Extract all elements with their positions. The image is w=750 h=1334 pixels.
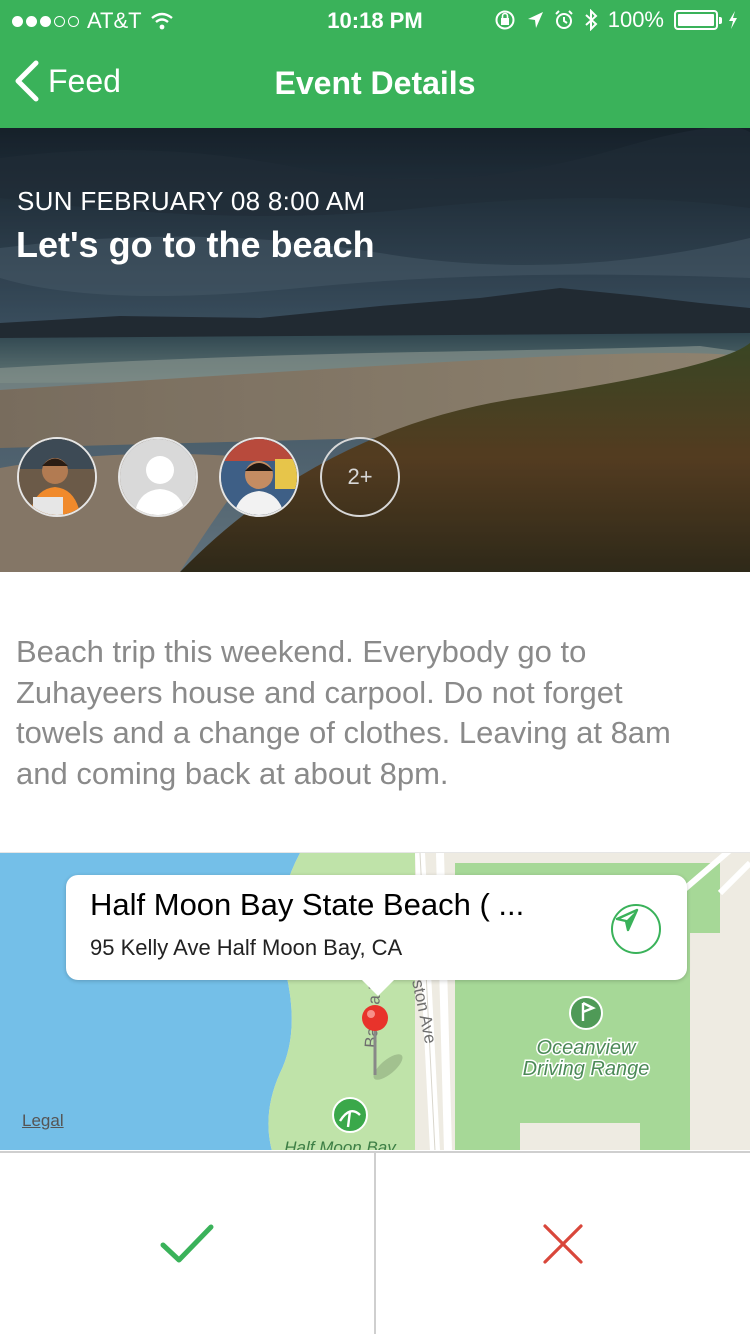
rsvp-actions	[0, 1151, 750, 1334]
map-pin[interactable]	[362, 1005, 388, 1031]
rotation-lock-icon	[495, 10, 515, 30]
golf-poi-icon	[569, 996, 603, 1030]
x-icon	[543, 1223, 583, 1264]
event-map[interactable]: ston Ave Balboa B Oceanview Driving Rang…	[0, 852, 750, 1150]
charging-bolt-icon	[729, 11, 737, 29]
page-title: Event Details	[274, 65, 476, 101]
accept-button[interactable]	[0, 1153, 374, 1334]
nav-bar: Feed Event Details	[0, 40, 750, 128]
attendee-avatar-2[interactable]	[118, 437, 198, 517]
event-title: Let's go to the beach	[16, 224, 375, 265]
battery-icon	[674, 10, 722, 30]
place-name: Half Moon Bay State Beach ( ...	[90, 887, 525, 922]
place-address: 95 Kelly Ave Half Moon Bay, CA	[90, 935, 403, 960]
poi-label-driving-range: Driving Range	[523, 1058, 650, 1080]
directions-button[interactable]	[611, 904, 661, 954]
park-label: Half Moon Bay	[284, 1138, 397, 1150]
bluetooth-icon	[585, 9, 598, 31]
map-legal-link[interactable]: Legal	[22, 1111, 64, 1131]
battery-percent: 100%	[607, 7, 664, 32]
checkmark-icon	[160, 1224, 214, 1262]
status-bar: AT&T 10:18 PM 100%	[0, 0, 750, 40]
location-arrow-icon	[615, 908, 639, 932]
location-services-icon	[527, 12, 543, 28]
poi-label-oceanview: Oceanview	[537, 1037, 637, 1059]
event-datetime: SUN FEBRUARY 08 8:00 AM	[17, 186, 366, 216]
decline-button[interactable]	[374, 1153, 750, 1334]
attendee-avatar-1[interactable]	[17, 437, 97, 517]
app-header: AT&T 10:18 PM 100% Feed Event Details	[0, 0, 750, 128]
event-description: Beach trip this weekend. Everybody go to…	[16, 634, 671, 791]
attendee-avatar-3[interactable]	[219, 437, 299, 517]
status-right: 100%	[494, 7, 738, 33]
attendee-avatars: 2+	[17, 437, 400, 517]
map-callout[interactable]: Half Moon Bay State Beach ( ... 95 Kelly…	[66, 875, 687, 996]
event-hero: SUN FEBRUARY 08 8:00 AM Let's go to the …	[0, 128, 750, 572]
more-attendees-badge[interactable]: 2+	[320, 437, 400, 517]
alarm-icon	[555, 10, 573, 29]
